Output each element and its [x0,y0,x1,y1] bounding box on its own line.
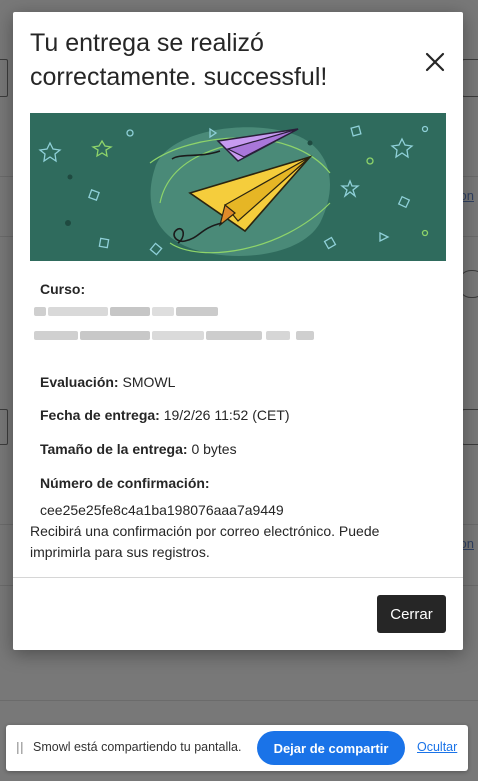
submission-confirmation-dialog: Tu entrega se realizó correctamente. suc… [13,12,463,650]
close-button[interactable] [423,50,447,74]
hide-link[interactable]: Ocultar [417,740,457,754]
stop-sharing-button[interactable]: Dejar de compartir [257,731,405,765]
submission-size-label: Tamaño de la entrega: [40,441,188,457]
email-confirmation-note: Recibirá una confirmación por correo ele… [30,523,380,560]
drag-handle-icon[interactable] [17,742,23,754]
confirmation-number-label: Número de confirmación: [40,475,210,491]
close-dialog-button[interactable]: Cerrar [377,595,446,633]
course-name-redacted [34,305,324,345]
dialog-title: Tu entrega se realizó correctamente. suc… [30,29,328,91]
footer-divider [13,577,463,578]
submission-date-label: Fecha de entrega: [40,407,160,423]
submission-size-row: Tamaño de la entrega: 0 bytes [40,441,237,457]
close-icon [425,52,445,72]
submission-size-value: 0 bytes [191,441,237,457]
course-label: Curso: [40,281,86,297]
sharing-status-text: Smowl está compartiendo tu pantalla. [33,740,242,754]
screen-share-bar: Smowl está compartiendo tu pantalla. Dej… [6,725,468,771]
assessment-label: Evaluación: [40,374,119,390]
submission-date-row: Fecha de entrega: 19/2/26 11:52 (CET) [40,407,290,423]
paper-planes-illustration [30,113,446,261]
assessment-row: Evaluación: SMOWL [40,374,175,390]
confirmation-number-value: cee25e25fe8c4a1ba198076aaa7a9449 [40,502,284,518]
submission-date-value: 19/2/26 11:52 (CET) [163,407,290,423]
assessment-value: SMOWL [122,374,176,390]
